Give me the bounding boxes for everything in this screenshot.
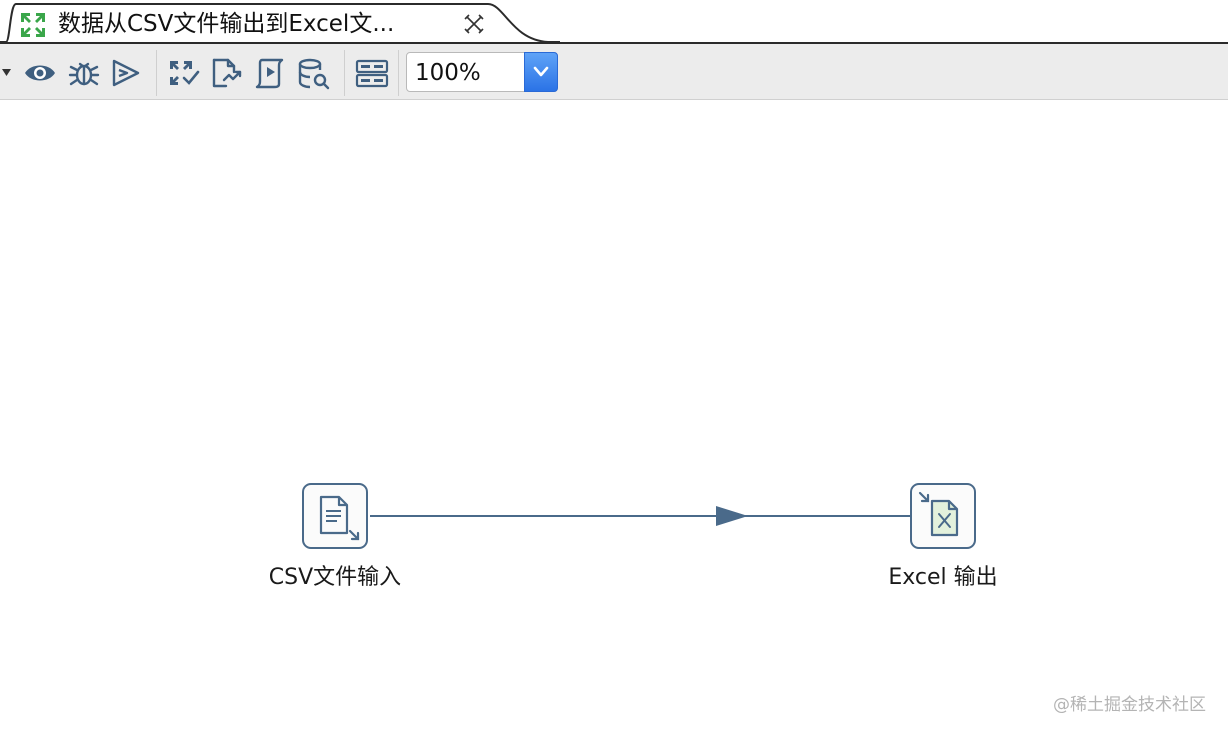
csv-input-icon: [319, 495, 360, 541]
verify-button[interactable]: [166, 56, 202, 90]
check-transformation-icon: [170, 61, 200, 85]
preview-button[interactable]: [22, 56, 58, 90]
show-results-button[interactable]: [354, 56, 390, 90]
eye-icon: [25, 65, 55, 81]
explore-db-button[interactable]: [296, 56, 332, 90]
watermark: @稀土掘金技术社区: [1053, 695, 1206, 715]
results-panel-icon: [355, 59, 389, 88]
transformation-icon: [18, 10, 48, 40]
toolbar-separator: [156, 50, 157, 96]
chevron-down-icon: [533, 66, 549, 77]
toolbar-separator: [398, 50, 399, 96]
run-dropdown-arrow[interactable]: [0, 56, 14, 90]
zoom-value: 100%: [415, 60, 481, 86]
replay-button[interactable]: [108, 56, 144, 90]
transformation-toolbar: 100%: [0, 44, 1228, 100]
toolbar-separator: [344, 50, 345, 96]
zoom-dropdown-button[interactable]: [524, 52, 558, 92]
dropdown-triangle-icon: [2, 69, 11, 76]
transformation-canvas[interactable]: CSV文件输入 Excel 输出 @稀土掘金技术社区: [0, 100, 1228, 736]
step-label-csv-input: CSV文件输入: [268, 565, 402, 590]
hop-connection[interactable]: [0, 100, 1228, 736]
spoon-window: 数据从CSV文件输出到Excel文... 100% CSV文件输入 Excel …: [0, 0, 1228, 736]
close-icon[interactable]: [462, 12, 486, 36]
debug-button[interactable]: [66, 56, 102, 90]
play-outline-icon: [112, 59, 140, 87]
impact-analysis-icon: [212, 58, 242, 88]
step-excel-output[interactable]: [910, 483, 976, 549]
excel-output-icon: [918, 491, 959, 537]
tab-strip: 数据从CSV文件输出到Excel文...: [0, 0, 1228, 44]
tab-title: 数据从CSV文件输出到Excel文...: [58, 11, 395, 37]
impact-button[interactable]: [208, 56, 244, 90]
database-search-icon: [298, 58, 330, 90]
sql-button[interactable]: [252, 56, 288, 90]
sql-script-icon: [255, 58, 284, 89]
zoom-select[interactable]: 100%: [406, 52, 558, 92]
step-label-excel-output: Excel 输出: [888, 565, 998, 590]
hop-arrow-icon: [716, 506, 748, 526]
step-csv-input[interactable]: [302, 483, 368, 549]
bug-icon: [68, 62, 100, 86]
